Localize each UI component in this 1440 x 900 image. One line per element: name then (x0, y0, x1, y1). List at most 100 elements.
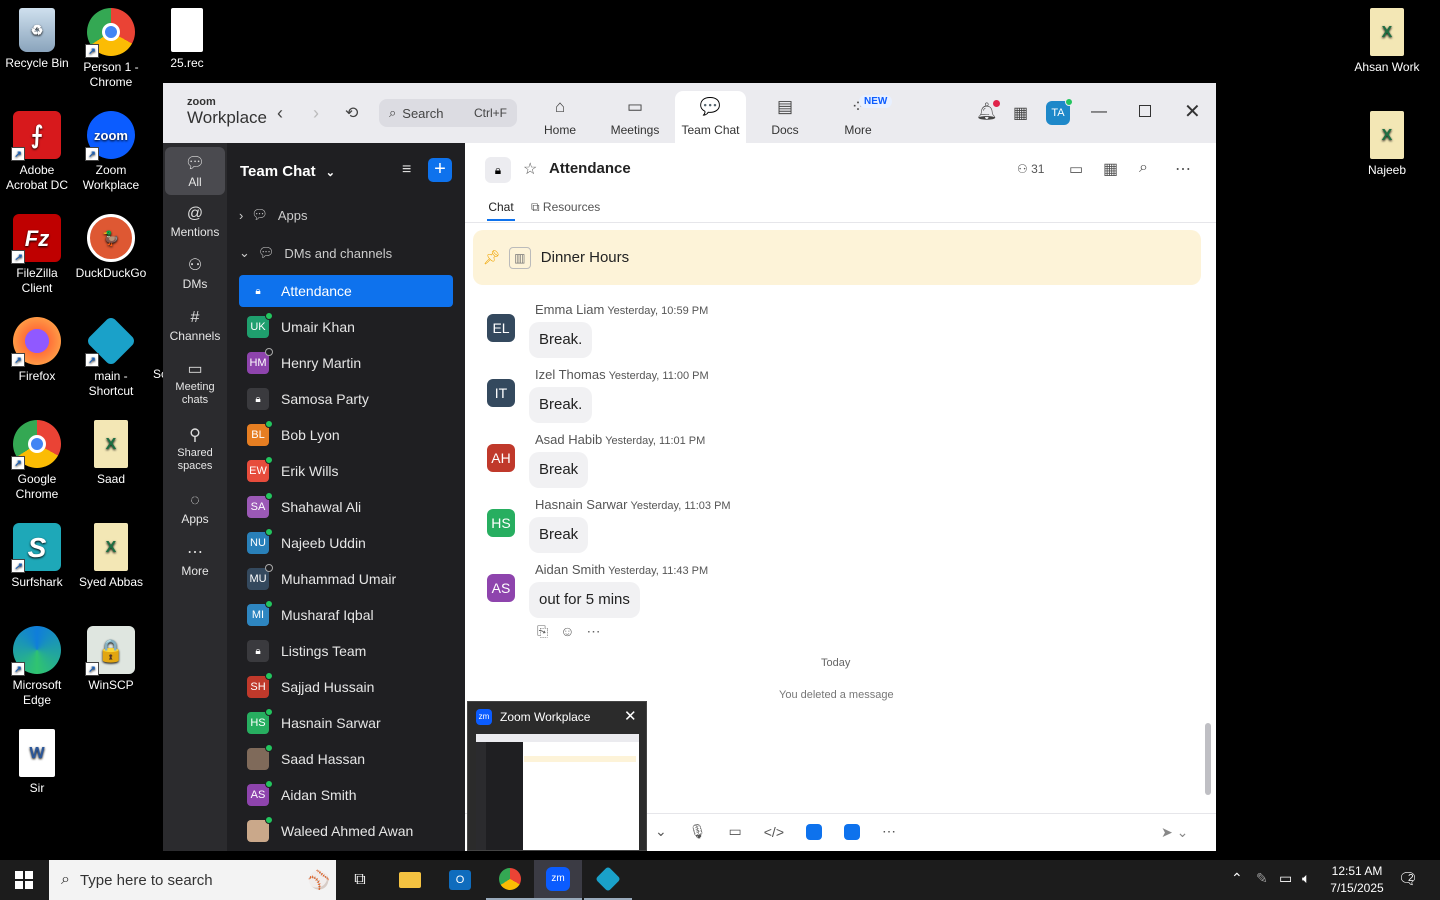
desktop-icon-duckduckgo[interactable]: 🦆 DuckDuckGo (74, 214, 148, 281)
notifications-bell-icon[interactable]: 🔔︎ (976, 100, 1000, 122)
calendar-icon[interactable]: ▦ (1103, 159, 1118, 179)
emoji-icon[interactable]: ☺ (560, 623, 574, 640)
tab-team-chat[interactable]: 💬 Team Chat (675, 91, 746, 143)
tab-docs[interactable]: ▤ Docs (748, 91, 822, 143)
desktop-icon-sir[interactable]: W Sir (0, 729, 74, 796)
desktop-icon-person1-chrome[interactable]: ↗ Person 1 - Chrome (74, 8, 148, 90)
rail-item-all[interactable]: 💬︎ All (165, 147, 225, 195)
channel-row[interactable]: HS Hasnain Sarwar (239, 707, 453, 739)
channel-row[interactable]: Saad Hassan (239, 743, 453, 775)
pinned-banner[interactable]: 📌︎ ▥ Dinner Hours (473, 230, 1201, 285)
search-box[interactable]: ⌕ Search Ctrl+F (379, 99, 517, 127)
message-avatar[interactable]: HS (487, 509, 515, 537)
outlook-button[interactable]: O (436, 860, 484, 900)
list-title[interactable]: Team Chat ⌄ (240, 163, 335, 180)
preview-close-icon[interactable]: ✕ (624, 707, 637, 725)
channel-row[interactable]: MI Musharaf Iqbal (239, 599, 453, 631)
message-avatar[interactable]: IT (487, 379, 515, 407)
desktop-icon-zoom[interactable]: zoom ↗ Zoom Workplace (74, 111, 148, 193)
code-icon[interactable]: </> (764, 824, 784, 840)
calendar-icon[interactable]: ▦ (1013, 103, 1028, 123)
app-icon-blue[interactable] (806, 823, 822, 840)
desktop-icon-main-shortcut[interactable]: ↗ main - Shortcut (74, 315, 148, 399)
scrollbar[interactable] (1205, 723, 1211, 795)
desktop-icon-recycle-bin[interactable]: ♻ Recycle Bin (0, 8, 74, 71)
rail-item-apps[interactable]: ◌ Apps (165, 490, 225, 526)
desktop-icon-saad[interactable]: X Saad (74, 420, 148, 487)
close-button[interactable]: ✕ (1184, 99, 1201, 124)
rail-item-mentions[interactable]: @ Mentions (165, 203, 225, 239)
minimize-button[interactable]: — (1091, 103, 1107, 121)
rail-item-more[interactable]: ⋯ More (165, 542, 225, 578)
channel-row[interactable]: UK Umair Khan (239, 311, 453, 343)
volume-icon[interactable]: 🔈︎ (1302, 870, 1310, 887)
channel-row[interactable]: SH Sajjad Hussain (239, 671, 453, 703)
channel-row[interactable]: 🔒︎ Listings Team (239, 635, 453, 667)
rail-item-dms[interactable]: ⚇ DMs (165, 255, 225, 291)
app-taskbar-button[interactable] (584, 860, 632, 900)
desktop-icon-firefox[interactable]: ↗ Firefox (0, 317, 74, 384)
filter-icon[interactable]: ≡ (402, 161, 411, 179)
desktop-icon-winscp[interactable]: 🔒 ↗ WinSCP (74, 626, 148, 693)
rail-item-shared-spaces[interactable]: ⚲ Shared spaces (165, 425, 225, 473)
desktop-icon-ahsan-work[interactable]: X Ahsan Work (1350, 8, 1424, 75)
member-count[interactable]: ⚇ 31 (1017, 162, 1044, 176)
video-call-icon[interactable]: ▭ (1069, 160, 1083, 178)
task-view-button[interactable]: ⧉ (336, 860, 384, 900)
tab-meetings[interactable]: ▭ Meetings (598, 91, 672, 143)
message-avatar[interactable]: AS (487, 574, 515, 602)
desktop-icon-syed-abbas[interactable]: X Syed Abbas (74, 523, 148, 590)
clock[interactable]: 12:51 AM 7/15/2025 (1326, 863, 1388, 897)
channel-row[interactable]: BL Bob Lyon (239, 419, 453, 451)
maximize-button[interactable] (1139, 105, 1151, 117)
microphone-icon[interactable]: 🎙︎ (689, 823, 707, 840)
back-arrow-icon[interactable]: ‹ (277, 103, 283, 124)
channel-row[interactable]: HM Henry Martin (239, 347, 453, 379)
file-explorer-button[interactable] (386, 860, 434, 900)
channel-row[interactable]: SA Shahawal Ali (239, 491, 453, 523)
tab-chat[interactable]: Chat (487, 200, 515, 221)
reply-icon[interactable]: ⎘ (537, 623, 548, 640)
message-avatar[interactable]: AH (487, 444, 515, 472)
send-icon[interactable]: ➤ ⌄ (1161, 824, 1188, 841)
avatar[interactable]: TA (1046, 98, 1073, 125)
channel-row[interactable]: AS Aidan Smith (239, 779, 453, 811)
network-icon[interactable]: ▭ (1279, 870, 1292, 887)
desktop-icon-filezilla[interactable]: Fz ↗ FileZilla Client (0, 214, 74, 296)
forward-arrow-icon[interactable]: › (313, 103, 319, 124)
desktop-icon-google-chrome[interactable]: ↗ Google Chrome (0, 420, 74, 502)
desktop-icon-25-rec[interactable]: 25.rec (150, 8, 224, 71)
more-actions-icon[interactable]: ⋯ (587, 623, 601, 640)
desktop-icon-najeeb[interactable]: X Najeeb (1350, 111, 1424, 178)
section-apps[interactable]: › 💬︎ Apps (239, 207, 308, 223)
show-hidden-icons[interactable]: ⌃ (1231, 870, 1243, 887)
chevron-down-icon[interactable]: ⌄ (655, 823, 667, 840)
channel-row[interactable]: Waleed Ahmed Awan (239, 815, 453, 847)
more-options-icon[interactable]: ⋯ (1175, 159, 1191, 179)
video-message-icon[interactable]: ▭ (729, 823, 742, 840)
desktop-icon-edge[interactable]: ↗ Microsoft Edge (0, 626, 74, 708)
desktop-icon-acrobat[interactable]: ⨍ ↗ Adobe Acrobat DC (0, 111, 74, 193)
chrome-taskbar-button[interactable] (486, 860, 534, 900)
history-icon[interactable]: ⟲ (345, 103, 358, 123)
desktop-icon-surfshark[interactable]: S ↗ Surfshark (0, 523, 74, 590)
zoom-taskbar-button[interactable]: zm (534, 860, 582, 900)
channel-row-active[interactable]: 🔒︎ Attendance (239, 275, 453, 307)
more-tools-icon[interactable]: ⋯ (882, 823, 896, 840)
message-avatar[interactable]: EL (487, 314, 515, 342)
taskbar-search[interactable]: ⌕ Type here to search ⚾ (49, 860, 336, 900)
taskbar-preview[interactable]: zm Zoom Workplace ✕ (467, 701, 647, 851)
start-button[interactable] (0, 860, 48, 900)
channel-row[interactable]: MU Muhammad Umair (239, 563, 453, 595)
channel-row[interactable]: NU Najeeb Uddin (239, 527, 453, 559)
notification-center[interactable]: 🗨︎ 2 (1398, 869, 1418, 889)
rail-item-meeting-chats[interactable]: ▭ Meeting chats (165, 359, 225, 407)
tab-more[interactable]: ⁘ More NEW (821, 91, 895, 143)
search-icon[interactable]: ⌕ (1139, 159, 1148, 177)
section-dms-channels[interactable]: ⌄ 💬︎ DMs and channels (239, 245, 392, 261)
rail-item-channels[interactable]: # Channels (165, 307, 225, 343)
app-icon-blue-2[interactable] (844, 823, 860, 840)
channel-row[interactable]: EW Erik Wills (239, 455, 453, 487)
tab-home[interactable]: ⌂ Home (523, 91, 597, 143)
tray-app-icon[interactable]: ✎ (1256, 870, 1268, 887)
